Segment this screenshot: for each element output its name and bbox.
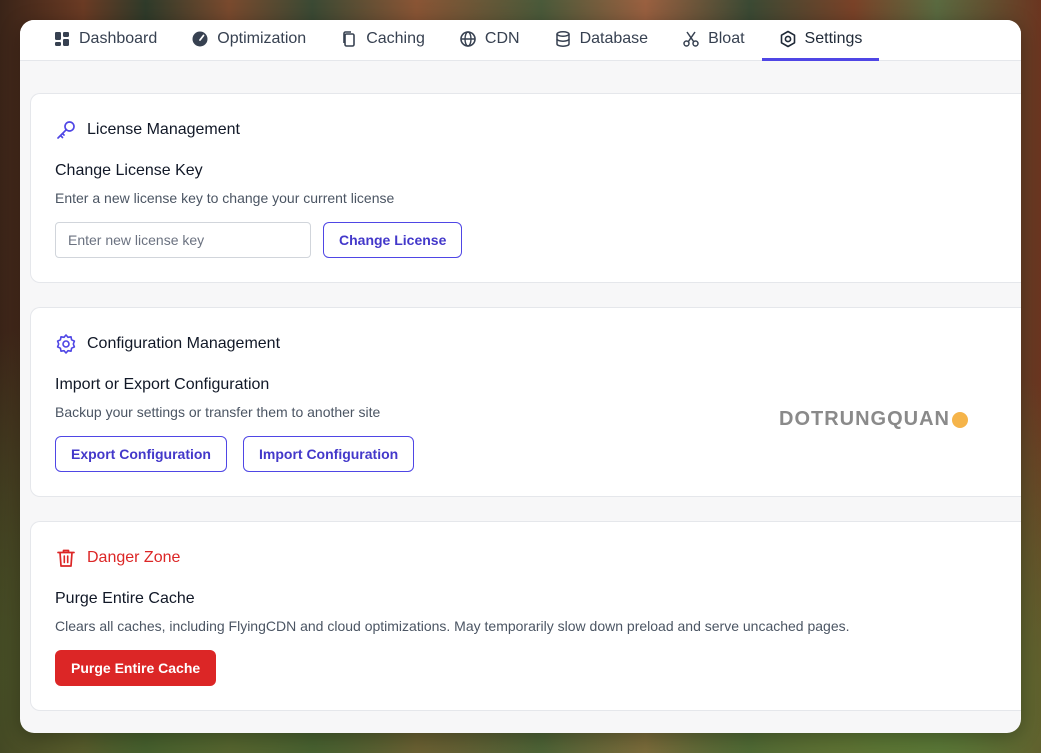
purge-entire-cache-button[interactable]: Purge Entire Cache (55, 650, 217, 686)
tab-label: Bloat (708, 30, 745, 47)
watermark-text: DOTRUNGQUAN (779, 408, 950, 430)
tab-optimization[interactable]: Optimization (174, 20, 323, 61)
tab-label: CDN (484, 30, 520, 47)
settings-icon (780, 30, 795, 48)
gear-icon (56, 334, 76, 354)
tab-caching[interactable]: Caching (323, 20, 442, 61)
change-license-button[interactable]: Change License (323, 222, 463, 258)
tab-bloat[interactable]: Bloat (665, 20, 761, 61)
import-configuration-button[interactable]: Import Configuration (243, 436, 415, 472)
section-description: Enter a new license key to change your c… (55, 190, 395, 206)
danger-zone-card: Danger Zone Purge Entire Cache Clears al… (30, 521, 1021, 711)
danger-heading: Danger Zone (55, 546, 997, 570)
export-configuration-button[interactable]: Export Configuration (55, 436, 227, 472)
tab-label: Caching (366, 30, 425, 47)
tab-database[interactable]: Database (537, 20, 666, 61)
license-key-input[interactable] (55, 222, 311, 258)
license-card: License Management Change License Key En… (30, 93, 1021, 283)
tab-cdn[interactable]: CDN (442, 20, 537, 61)
tab-bar: Dashboard Optimization Caching CDN Datab… (20, 20, 1021, 61)
trash-icon (57, 549, 75, 567)
card-title: Configuration Management (87, 335, 281, 352)
card-title: Danger Zone (87, 549, 181, 566)
config-heading: Configuration Management (55, 332, 997, 356)
key-icon (57, 121, 75, 139)
license-heading: License Management (55, 118, 997, 142)
app-window: Dashboard Optimization Caching CDN Datab… (20, 20, 1021, 733)
scissors-icon (683, 31, 699, 47)
config-card: Configuration Management Import or Expor… (30, 307, 1021, 497)
section-description: Clears all caches, including FlyingCDN a… (55, 618, 850, 634)
tab-dashboard[interactable]: Dashboard (36, 20, 174, 61)
tab-settings[interactable]: Settings (761, 20, 880, 61)
tab-label: Database (579, 30, 649, 47)
database-icon (555, 31, 570, 47)
settings-content: License Management Change License Key En… (20, 61, 1021, 711)
dashboard-icon (55, 32, 69, 46)
copy-icon (343, 31, 356, 47)
tab-label: Dashboard (79, 30, 158, 47)
card-title: License Management (87, 121, 240, 138)
watermark-badge (952, 411, 968, 428)
globe-icon (460, 31, 476, 47)
section-subtitle: Purge Entire Cache (55, 590, 195, 607)
section-subtitle: Change License Key (55, 162, 203, 179)
gauge-icon (192, 31, 208, 47)
section-subtitle: Import or Export Configuration (55, 376, 270, 393)
tab-label: Optimization (217, 30, 307, 47)
watermark: DOTRUNGQUAN (779, 408, 968, 431)
tab-label: Settings (804, 30, 863, 47)
